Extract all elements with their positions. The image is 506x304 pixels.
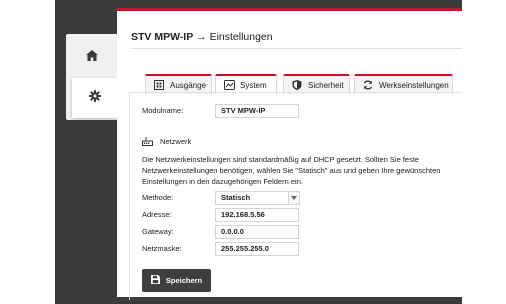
method-select[interactable]: Statisch — [215, 191, 300, 205]
module-name-field[interactable]: STV MPW-IP — [215, 104, 299, 118]
system-icon — [224, 80, 235, 90]
netmask-label: Netzmaske: — [142, 244, 182, 253]
breadcrumb-arrow: → — [196, 31, 207, 43]
tab-system[interactable]: System — [215, 74, 277, 94]
tab-label: Ausgänge — [170, 80, 207, 90]
network-heading: Netzwerk — [160, 137, 192, 146]
left-margin — [0, 0, 55, 304]
sidebar-item-settings[interactable] — [72, 78, 118, 118]
shield-icon — [292, 80, 302, 90]
tab-werkseinstellungen[interactable]: Werkseinstellungen — [354, 74, 453, 94]
gateway-field[interactable]: 0.0.0.0 — [215, 225, 299, 239]
network-icon — [142, 133, 153, 151]
tab-sicherheit[interactable]: Sicherheit — [283, 74, 350, 94]
outputs-icon — [154, 80, 164, 90]
gear-icon — [89, 89, 101, 107]
tab-label: Sicherheit — [308, 80, 344, 90]
breadcrumb-page: Einstellungen — [209, 31, 273, 43]
home-icon — [86, 48, 98, 66]
device-name: STV MPW-IP — [131, 31, 194, 43]
address-field[interactable]: 192.168.5.56 — [215, 208, 299, 222]
save-button[interactable]: Speichern — [142, 269, 211, 292]
sidebar-item-home[interactable] — [66, 36, 118, 78]
reset-icon — [363, 80, 373, 90]
title-divider — [131, 48, 462, 49]
tab-ausgaenge[interactable]: Ausgänge — [145, 74, 212, 94]
netmask-field[interactable]: 255.255.255.0 — [215, 242, 299, 256]
floppy-disk-icon — [150, 275, 160, 286]
tab-content-system: Modulname: STV MPW-IP Netzwerk Die Netzw… — [129, 92, 462, 300]
module-name-label: Modulname: — [142, 106, 184, 115]
tab-label: Werkseinstellungen — [379, 80, 449, 90]
address-label: Adresse: — [142, 210, 172, 219]
method-value: Statisch — [221, 193, 251, 202]
network-description: Die Netzwerkeinstellungen sind standardm… — [142, 155, 441, 186]
save-button-label: Speichern — [165, 276, 203, 285]
tab-label: System — [240, 80, 267, 90]
right-margin — [462, 0, 506, 304]
gateway-label: Gateway: — [142, 227, 174, 236]
page-title: STV MPW-IP → Einstellungen — [131, 31, 273, 43]
method-label: Methode: — [142, 193, 174, 202]
settings-panel: STV MPW-IP → Einstellungen Ausgänge Syst… — [117, 8, 462, 300]
chevron-down-icon — [288, 192, 299, 204]
